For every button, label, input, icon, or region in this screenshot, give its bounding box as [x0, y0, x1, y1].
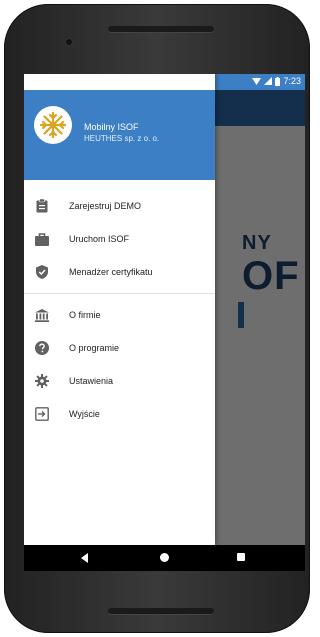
- gear-icon: [34, 373, 50, 389]
- screen: NY OF 7:23: [24, 74, 305, 571]
- menu-item-about-app[interactable]: O programie: [24, 333, 215, 363]
- menu-label: O firmie: [69, 310, 101, 320]
- menu-item-about-company[interactable]: O firmie: [24, 300, 215, 330]
- clipboard-icon: [34, 198, 50, 214]
- menu-label: Ustawienia: [69, 376, 114, 386]
- menu-item-certificate-manager[interactable]: Menadżer certyfikatu: [24, 257, 215, 287]
- wifi-icon: [252, 78, 262, 85]
- system-nav-bar: [24, 545, 305, 571]
- drawer-app-name: Mobilny ISOF: [84, 122, 139, 132]
- bank-icon: [34, 307, 50, 323]
- status-time: 7:23: [283, 76, 301, 86]
- menu-divider: [24, 293, 215, 294]
- battery-icon: [275, 76, 281, 86]
- menu-item-run-isof[interactable]: Uruchom ISOF: [24, 224, 215, 254]
- app-logo: [34, 106, 72, 144]
- menu-label: Menadżer certyfikatu: [69, 267, 153, 277]
- shield-check-icon: [34, 264, 50, 280]
- menu-item-register-demo[interactable]: Zarejestruj DEMO: [24, 191, 215, 221]
- top-speaker: [108, 26, 214, 32]
- menu-label: Uruchom ISOF: [69, 234, 130, 244]
- nav-home-icon[interactable]: [160, 553, 169, 562]
- briefcase-icon: [34, 231, 50, 247]
- exit-icon: [34, 406, 50, 422]
- help-circle-icon: [34, 340, 50, 356]
- nav-recent-apps-icon[interactable]: [237, 553, 245, 561]
- nav-back-icon[interactable]: [81, 553, 88, 563]
- menu-label: Wyjście: [69, 409, 100, 419]
- drawer-company-name: HEUTHES sp. z o. o.: [84, 134, 160, 143]
- front-camera: [66, 39, 72, 45]
- drawer-header: Mobilny ISOF HEUTHES sp. z o. o.: [24, 90, 215, 180]
- menu-label: O programie: [69, 343, 120, 353]
- menu-label: Zarejestruj DEMO: [69, 201, 142, 211]
- signal-icon: [264, 77, 273, 85]
- snowflake-logo-icon: [39, 111, 67, 139]
- menu-item-exit[interactable]: Wyjście: [24, 399, 215, 429]
- bottom-speaker: [108, 608, 214, 614]
- menu-item-settings[interactable]: Ustawienia: [24, 366, 215, 396]
- navigation-drawer: Mobilny ISOF HEUTHES sp. z o. o. Zarejes…: [24, 74, 215, 545]
